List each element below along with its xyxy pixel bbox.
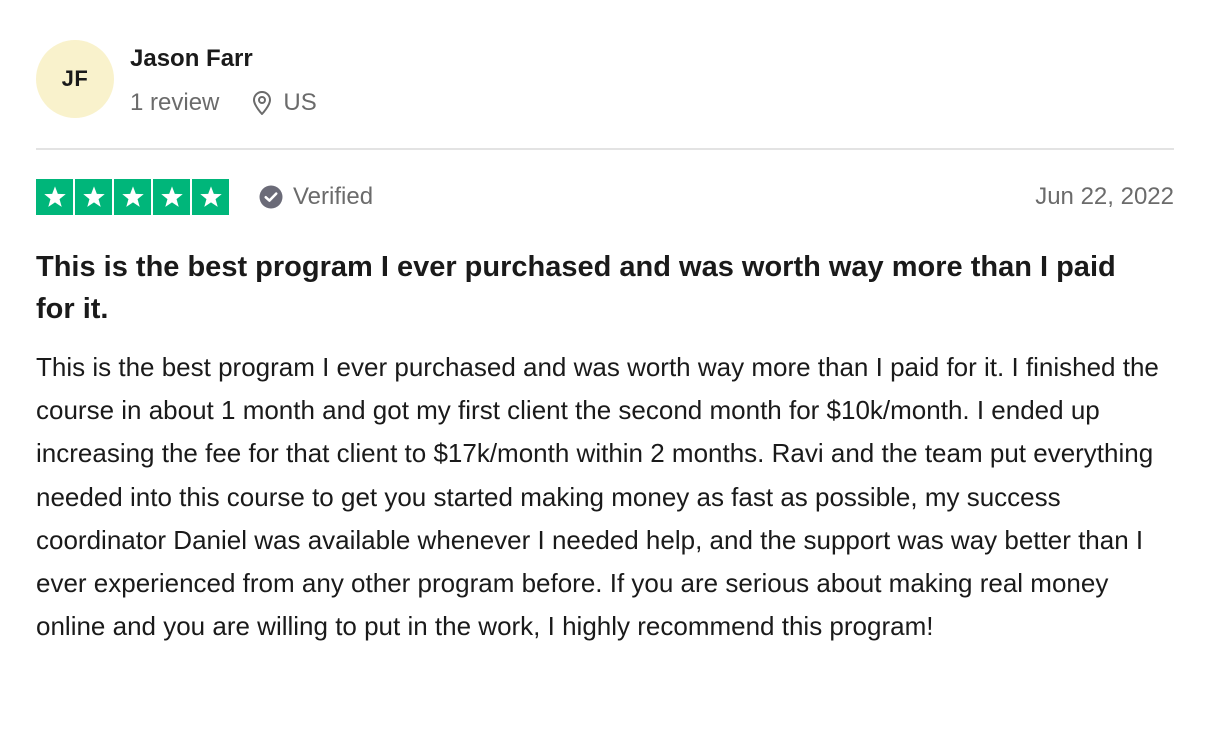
star-icon (75, 179, 112, 215)
verified-badge[interactable]: Verified (259, 183, 373, 211)
review-title[interactable]: This is the best program I ever purchase… (36, 246, 1156, 330)
review-body: This is the best program I ever purchase… (36, 352, 1159, 642)
divider (36, 148, 1174, 150)
verified-check-icon (259, 185, 283, 209)
star-icon (153, 179, 190, 215)
star-icon (192, 179, 229, 215)
star-rating (36, 179, 229, 215)
author-meta: 1 review US (130, 88, 317, 118)
rating-row: Verified Jun 22, 2022 (36, 178, 1174, 216)
star-icon (114, 179, 151, 215)
author-info: Jason Farr 1 review US (130, 40, 317, 118)
review-card: JF Jason Farr 1 review US Verified Jun 2… (0, 0, 1212, 756)
location-pin-icon (251, 90, 273, 116)
review-count: 1 review (130, 89, 220, 116)
avatar[interactable]: JF (36, 40, 114, 118)
star-icon (36, 179, 73, 215)
author-location: US (283, 89, 317, 116)
verified-label: Verified (293, 183, 374, 210)
author-name[interactable]: Jason Farr (130, 44, 317, 74)
avatar-initials: JF (61, 66, 89, 91)
review-date: Jun 22, 2022 (1035, 183, 1174, 210)
author-header: JF Jason Farr 1 review US (36, 40, 317, 118)
